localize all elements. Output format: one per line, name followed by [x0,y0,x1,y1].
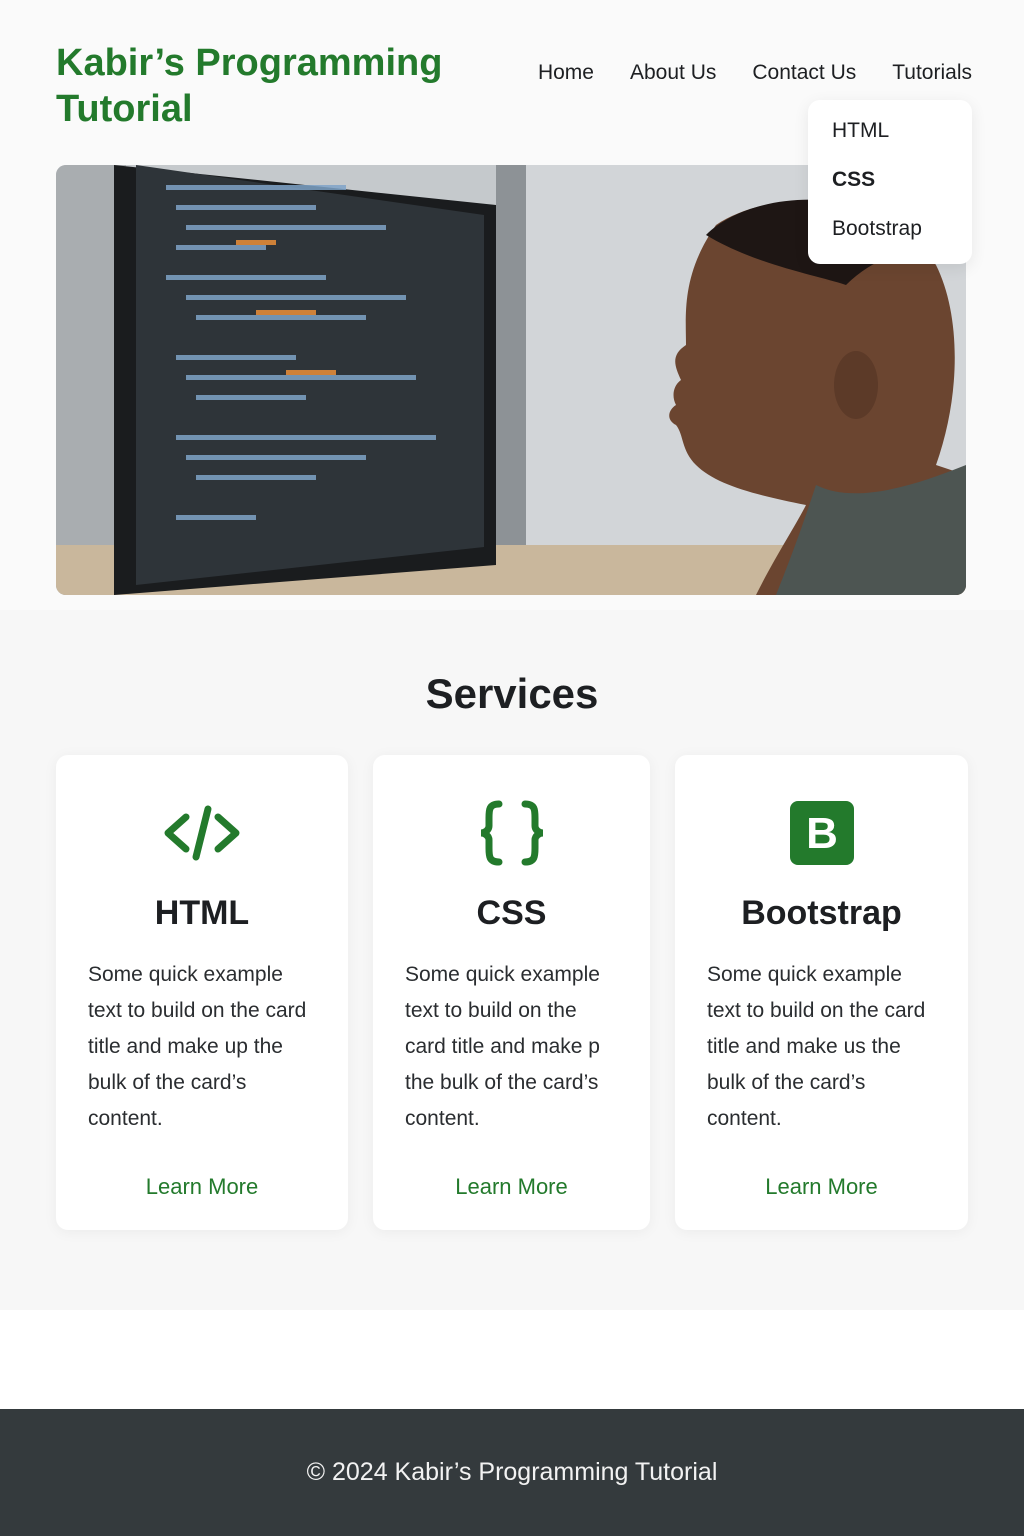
learn-more-link[interactable]: Learn More [373,1174,650,1200]
spacer-band [0,1310,1024,1410]
bootstrap-icon: B [789,801,854,865]
dropdown-item-html[interactable]: HTML [808,114,972,163]
footer-copyright: © 2024 Kabir’s Programming Tutorial [306,1458,718,1486]
code-icon [164,805,240,861]
learn-more-link[interactable]: Learn More [675,1174,968,1200]
card-title: HTML [154,894,250,932]
main-nav: Home About Us Contact Us Tutorials [502,58,972,88]
nav-home[interactable]: Home [538,58,594,88]
footer: © 2024 Kabir’s Programming Tutorial [0,1409,1024,1536]
card-text: Some quick example text to build on the … [405,963,600,1130]
nav-about-us[interactable]: About Us [630,58,716,88]
braces-icon [480,800,543,866]
service-card-html: HTML Some quick example text to build on… [56,755,348,1230]
card-text: Some quick example text to build on the … [88,963,307,1130]
tutorials-dropdown-menu: HTML CSS Bootstrap [808,100,972,264]
brand-logo-text[interactable]: Kabir’s Programming Tutorial [56,40,476,132]
nav-tutorials[interactable]: Tutorials [892,58,972,88]
card-title: Bootstrap [741,894,902,932]
page: Kabir’s Programming Tutorial Home About … [0,0,1024,1536]
service-card-css: CSS Some quick example text to build on … [373,755,650,1230]
learn-more-link[interactable]: Learn More [56,1174,348,1200]
dropdown-item-css[interactable]: CSS [808,163,972,212]
svg-text:B: B [806,809,838,858]
services-heading: Services [425,670,599,717]
card-title: CSS [476,894,547,932]
card-text: Some quick example text to build on the … [707,963,926,1130]
dropdown-item-bootstrap[interactable]: Bootstrap [808,212,972,261]
service-card-bootstrap: B Bootstrap Some quick example text to b… [675,755,968,1230]
nav-contact-us[interactable]: Contact Us [752,58,856,88]
